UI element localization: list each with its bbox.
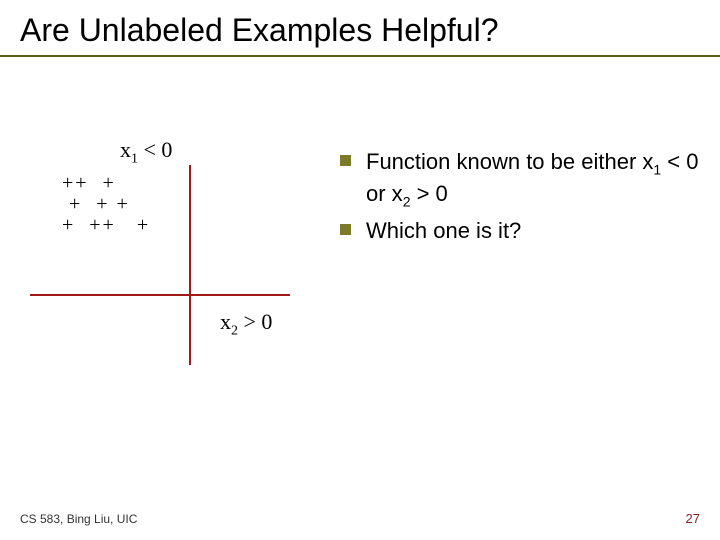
axes-icon — [30, 165, 320, 365]
x1-var: x — [120, 137, 131, 162]
x1-label: x1 < 0 — [120, 137, 172, 167]
x2-var: x — [220, 309, 231, 334]
x1-rest: < 0 — [138, 137, 172, 162]
x2-sub: 2 — [231, 323, 238, 338]
b1-pre: Function known to be either x — [366, 149, 653, 174]
slide-content: x1 < 0 ++ + + + + + ++ + x2 > 0 Function… — [0, 57, 720, 477]
x2-label: x2 > 0 — [220, 309, 272, 339]
footer-left: CS 583, Bing Liu, UIC — [20, 512, 137, 526]
bullet-1: Function known to be either x1 < 0 or x2… — [340, 147, 700, 212]
b1-post: > 0 — [410, 181, 447, 206]
slide-title: Are Unlabeled Examples Helpful? — [20, 12, 700, 49]
bullet-2: Which one is it? — [340, 216, 700, 246]
slide-number: 27 — [686, 511, 700, 526]
title-bar: Are Unlabeled Examples Helpful? — [0, 0, 720, 57]
bullet-list: Function known to be either x1 < 0 or x2… — [340, 147, 700, 249]
diagram-area: x1 < 0 ++ + + + + + ++ + x2 > 0 — [30, 137, 320, 397]
x2-rest: > 0 — [238, 309, 272, 334]
